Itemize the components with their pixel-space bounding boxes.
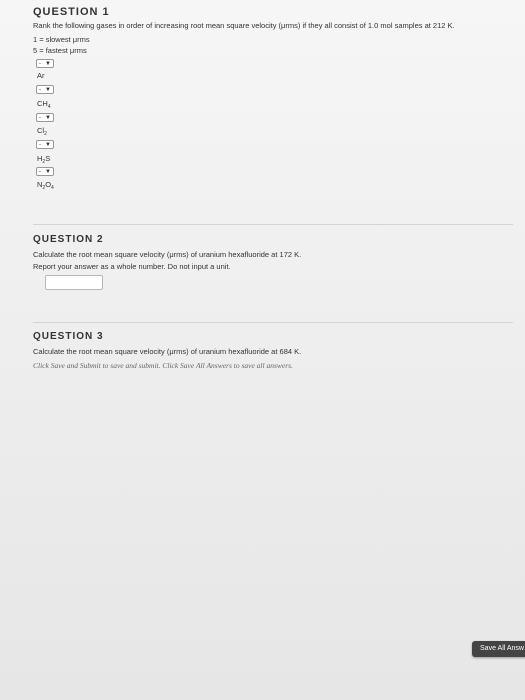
save-instructions: Click Save and Submit to save and submit… <box>33 361 293 370</box>
save-all-answers-button[interactable]: Save All Answ <box>472 641 525 657</box>
chevron-down-icon: ▼ <box>45 169 51 175</box>
question-2-title: QUESTION 2 <box>33 234 104 245</box>
question-3-prompt: Calculate the root mean square velocity … <box>33 347 302 356</box>
section-divider <box>33 322 513 323</box>
chevron-down-icon: ▼ <box>45 61 51 67</box>
gas-h2s: H2S <box>37 154 51 165</box>
question-1-prompt: Rank the following gases in order of inc… <box>33 21 455 30</box>
question-2-prompt: Calculate the root mean square velocity … <box>33 250 302 259</box>
question-2-answer-input[interactable] <box>45 275 103 290</box>
rank-select-n2o4[interactable]: - ▼ <box>36 167 54 176</box>
gas-n2o4: N2O4 <box>37 180 54 191</box>
chevron-down-icon: ▼ <box>45 115 51 121</box>
question-3-title: QUESTION 3 <box>33 331 104 342</box>
rank-select-ar[interactable]: - ▼ <box>36 59 54 68</box>
rank-select-h2s[interactable]: - ▼ <box>36 140 54 149</box>
select-value: - <box>39 87 41 93</box>
select-value: - <box>39 115 41 121</box>
assignment-page: QUESTION 1 Rank the following gases in o… <box>0 0 525 700</box>
select-value: - <box>39 169 41 175</box>
legend-slowest: 1 = slowest μrms <box>33 35 90 44</box>
rank-select-cl2[interactable]: - ▼ <box>36 113 54 122</box>
chevron-down-icon: ▼ <box>45 87 51 93</box>
select-value: - <box>39 142 41 148</box>
question-1-title: QUESTION 1 <box>33 6 110 18</box>
gas-cl2: Cl2 <box>37 126 47 137</box>
rank-select-ch4[interactable]: - ▼ <box>36 85 54 94</box>
gas-ch4: CH4 <box>37 99 51 110</box>
legend-fastest: 5 = fastest μrms <box>33 46 87 55</box>
gas-ar: Ar <box>37 71 45 80</box>
question-2-instruction: Report your answer as a whole number. Do… <box>33 262 231 271</box>
select-value: - <box>39 61 41 67</box>
section-divider <box>33 224 513 225</box>
chevron-down-icon: ▼ <box>45 142 51 148</box>
